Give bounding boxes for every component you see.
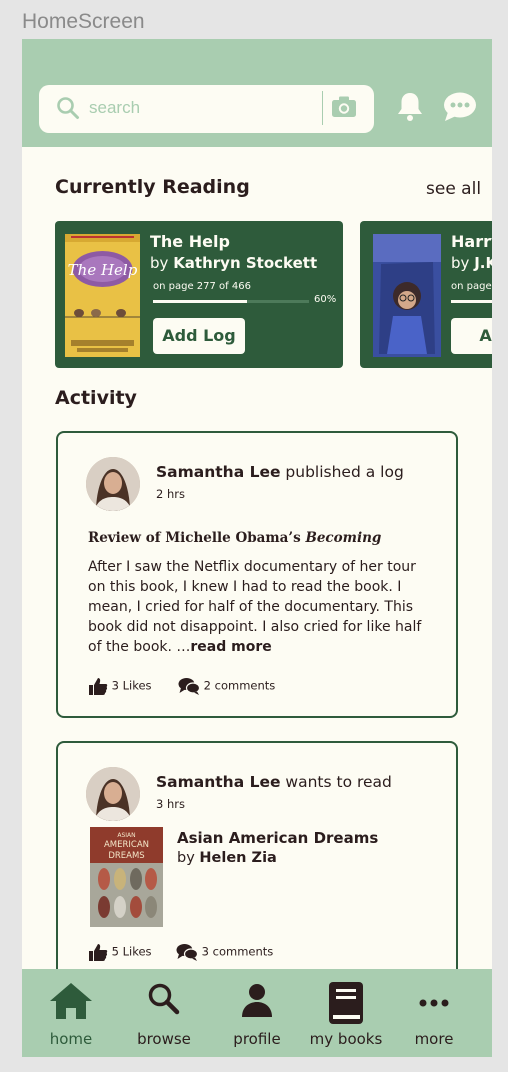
svg-text:ASIAN: ASIAN xyxy=(117,832,135,839)
add-log-button[interactable]: Add xyxy=(451,318,492,354)
review-title[interactable]: Review of Michelle Obama’s Becoming xyxy=(88,530,381,546)
person-icon xyxy=(239,981,275,1023)
thumbs-up-icon xyxy=(88,944,108,961)
comment-button[interactable]: 2 comments xyxy=(178,676,275,696)
comments-icon xyxy=(178,678,201,695)
post-time: 2 hrs xyxy=(156,487,185,501)
user-name[interactable]: Samantha Lee xyxy=(156,773,280,791)
book-title[interactable]: Harry xyxy=(451,232,492,251)
top-bar: search xyxy=(22,39,492,147)
book-card[interactable]: Harry by J.K on page Add xyxy=(360,221,492,368)
reading-progress-text: on page xyxy=(451,281,492,292)
search-icon xyxy=(146,981,182,1021)
frame-label: HomeScreen xyxy=(22,10,145,33)
activity-title: Activity xyxy=(55,387,137,409)
book-title[interactable]: Asian American Dreams xyxy=(177,829,378,847)
avatar[interactable] xyxy=(86,767,140,821)
post-time: 3 hrs xyxy=(156,797,185,811)
progress-percent: 60% xyxy=(314,294,337,305)
progress-fill xyxy=(153,300,247,303)
svg-text:AMERICAN: AMERICAN xyxy=(104,840,149,850)
nav-home[interactable]: home xyxy=(31,969,111,1057)
search-divider xyxy=(322,91,323,125)
home-screen: search Currently Reading see all The Hel… xyxy=(22,39,492,1057)
nav-my-books[interactable]: my books xyxy=(306,969,386,1057)
like-button[interactable]: 5 Likes xyxy=(88,942,152,962)
post-header: Samantha Lee published a log xyxy=(156,463,404,481)
book-cover: The Help xyxy=(65,234,140,357)
book-author: by Helen Zia xyxy=(177,850,277,866)
more-icon xyxy=(418,981,450,1021)
progress-bar xyxy=(153,300,309,303)
progress-fill xyxy=(451,300,492,303)
book-icon xyxy=(326,981,366,1029)
nav-browse[interactable]: browse xyxy=(124,969,204,1057)
add-log-button[interactable]: Add Log xyxy=(153,318,245,354)
book-card[interactable]: The Help The Help by Kathryn Stockett on… xyxy=(55,221,343,368)
nav-more[interactable]: more xyxy=(394,969,474,1057)
book-cover xyxy=(373,234,441,357)
search-icon xyxy=(56,96,80,124)
currently-reading-title: Currently Reading xyxy=(55,176,250,198)
camera-icon[interactable] xyxy=(331,95,357,123)
reading-progress-text: on page 277 of 466 xyxy=(153,281,251,292)
progress-bar xyxy=(451,300,492,303)
comment-button[interactable]: 3 comments xyxy=(176,942,273,962)
see-all-link[interactable]: see all xyxy=(426,179,481,199)
search-bar[interactable]: search xyxy=(39,85,374,133)
activity-post[interactable]: Samantha Lee published a log 2 hrs Revie… xyxy=(56,431,458,718)
search-placeholder[interactable]: search xyxy=(89,98,140,118)
home-icon xyxy=(48,981,94,1025)
svg-text:The Help: The Help xyxy=(68,261,138,279)
thumbs-up-icon xyxy=(88,678,108,695)
book-cover[interactable]: ASIAN AMERICAN DREAMS xyxy=(90,827,163,927)
svg-text:DREAMS: DREAMS xyxy=(108,851,144,861)
read-more-link[interactable]: read more xyxy=(190,639,271,655)
like-button[interactable]: 3 Likes xyxy=(88,676,152,696)
book-author: by Kathryn Stockett xyxy=(150,254,318,272)
bell-icon[interactable] xyxy=(395,91,425,127)
nav-profile[interactable]: profile xyxy=(217,969,297,1057)
chat-icon[interactable] xyxy=(443,91,477,127)
review-body: After I saw the Netflix documentary of h… xyxy=(88,559,422,655)
comments-icon xyxy=(176,944,199,961)
book-title[interactable]: The Help xyxy=(150,232,230,251)
book-author: by J.K xyxy=(451,254,492,272)
avatar[interactable] xyxy=(86,457,140,511)
user-name[interactable]: Samantha Lee xyxy=(156,463,280,481)
post-header: Samantha Lee wants to read xyxy=(156,773,392,791)
bottom-nav: home browse profile my books more xyxy=(22,969,492,1057)
activity-post[interactable]: Samantha Lee wants to read 3 hrs ASIAN A… xyxy=(56,741,458,1005)
